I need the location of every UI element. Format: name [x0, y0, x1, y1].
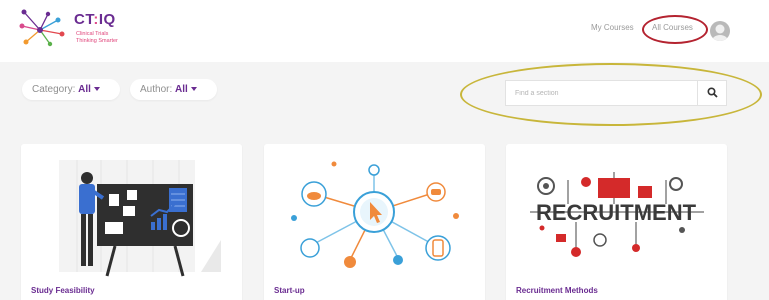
- tagline-line-1: Clinical Trials: [76, 31, 109, 37]
- category-filter-label: Category:: [32, 84, 76, 95]
- user-avatar[interactable]: [710, 21, 730, 41]
- author-filter-label: Author:: [140, 84, 173, 95]
- course-card-title: Start-up: [274, 286, 305, 295]
- search-highlight-circle: [460, 63, 762, 126]
- ctiq-logo[interactable]: CT:IQ Clinical Trials Thinking Smarter: [18, 8, 158, 54]
- course-card-title: Recruitment Methods: [516, 286, 598, 295]
- recruitment-image-text: RECRUITMENT: [536, 200, 697, 225]
- my-courses-link[interactable]: My Courses: [591, 23, 634, 32]
- course-card-title: Study Feasibility: [31, 286, 95, 295]
- study-feasibility-illustration: [31, 150, 232, 278]
- chevron-down-icon: [93, 87, 100, 91]
- recruitment-illustration: RECRUITMENT: [516, 150, 717, 278]
- course-card-start-up[interactable]: Start-up: [264, 144, 485, 300]
- course-card-recruitment-methods[interactable]: RECRUITMENT Recruitment Methods: [506, 144, 727, 300]
- course-card-study-feasibility[interactable]: Study Feasibility: [21, 144, 242, 300]
- chevron-down-icon: [190, 87, 197, 91]
- all-courses-highlight-circle: [642, 15, 708, 44]
- tagline-line-2: Thinking Smarter: [76, 38, 118, 44]
- logo-network-mark: [19, 9, 65, 47]
- category-filter-value: All: [78, 84, 91, 95]
- top-navbar: CT:IQ Clinical Trials Thinking Smarter M…: [0, 0, 769, 62]
- brand-name: CT:IQ: [74, 11, 116, 28]
- brand-name-ct: CT: [74, 11, 94, 28]
- brand-name-iq: IQ: [98, 11, 116, 28]
- user-avatar-icon: [712, 24, 728, 41]
- author-filter-value: All: [175, 84, 188, 95]
- author-filter-dropdown[interactable]: Author: All: [130, 79, 217, 100]
- brand-tagline: Clinical Trials Thinking Smarter: [76, 31, 118, 45]
- category-filter-dropdown[interactable]: Category: All: [22, 79, 120, 100]
- start-up-illustration: [274, 150, 475, 278]
